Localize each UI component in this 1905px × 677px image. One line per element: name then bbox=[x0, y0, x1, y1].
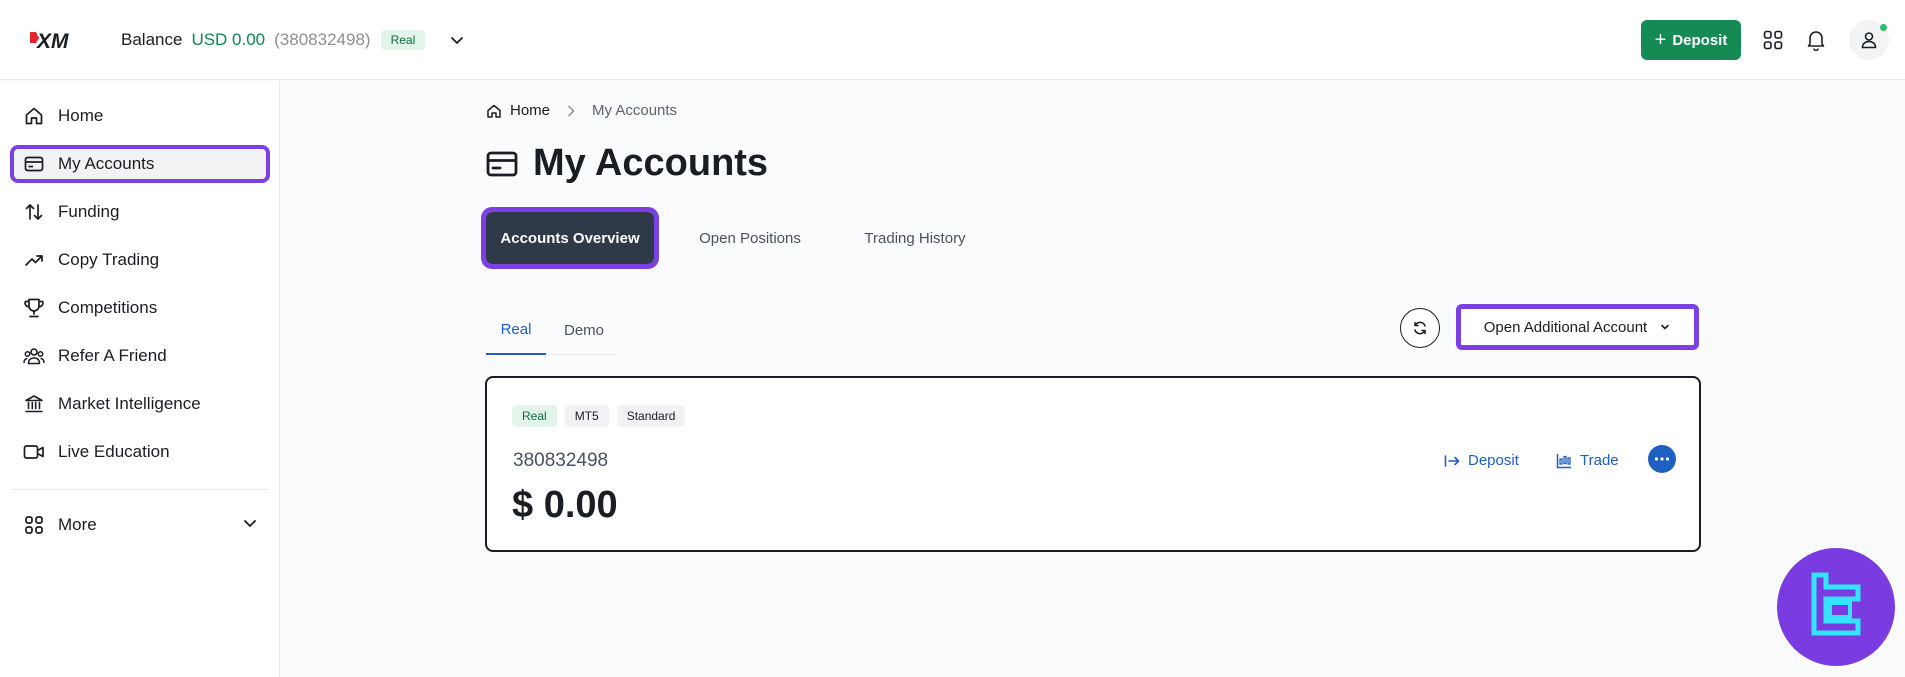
chevron-right-icon bbox=[566, 105, 576, 117]
svg-text:XM: XM bbox=[36, 30, 69, 51]
balance-amount: USD 0.00 bbox=[191, 30, 266, 49]
apps-grid-icon bbox=[1763, 30, 1783, 50]
chart-candles-icon bbox=[1556, 453, 1572, 468]
tab-real[interactable]: Real bbox=[486, 305, 546, 355]
account-card: Real MT5 Standard 380832498 $ 0.00 Depos… bbox=[485, 376, 1701, 552]
chevron-down-icon bbox=[451, 37, 464, 44]
transfer-arrows-icon bbox=[22, 200, 46, 224]
user-icon bbox=[1861, 32, 1877, 49]
card-deposit-label: Deposit bbox=[1468, 452, 1519, 469]
apps-grid-icon bbox=[22, 513, 46, 537]
sidebar-item-copy-trading[interactable]: Copy Trading bbox=[10, 241, 270, 279]
refresh-icon bbox=[1414, 321, 1426, 335]
chevron-down-icon bbox=[242, 515, 258, 536]
breadcrumb-home-link[interactable]: Home bbox=[486, 102, 550, 119]
header-deposit-button[interactable]: + Deposit bbox=[1641, 20, 1741, 60]
card-deposit-button[interactable]: Deposit bbox=[1444, 452, 1519, 469]
card-icon bbox=[486, 150, 518, 178]
video-icon bbox=[22, 440, 46, 464]
sidebar-item-live-education[interactable]: Live Education bbox=[10, 433, 270, 471]
sidebar-item-label: More bbox=[58, 515, 97, 534]
sidebar-divider bbox=[12, 489, 268, 490]
balance-summary: Balance USD 0.00 (380832498) Real bbox=[121, 28, 469, 52]
tag-platform: MT5 bbox=[564, 405, 609, 427]
header-deposit-label: Deposit bbox=[1672, 31, 1728, 49]
tag-real: Real bbox=[512, 405, 557, 427]
trend-up-icon bbox=[22, 248, 46, 272]
balance-label: Balance bbox=[121, 30, 183, 49]
users-icon bbox=[22, 344, 46, 368]
home-icon bbox=[22, 104, 46, 128]
sidebar-item-label: My Accounts bbox=[58, 154, 155, 173]
account-tags: Real MT5 Standard bbox=[512, 405, 693, 427]
breadcrumb: Home My Accounts bbox=[486, 102, 677, 119]
sidebar-item-label: Home bbox=[58, 106, 104, 125]
plus-icon: + bbox=[1654, 29, 1667, 51]
balance-dropdown-toggle[interactable] bbox=[445, 28, 469, 52]
tab-open-positions[interactable]: Open Positions bbox=[680, 212, 820, 264]
sidebar: Home My Accounts Funding Copy Trading Co… bbox=[0, 81, 280, 677]
tab-demo[interactable]: Demo bbox=[563, 305, 605, 355]
account-more-options-button[interactable] bbox=[1648, 445, 1676, 473]
xm-logo-icon: XM bbox=[30, 30, 69, 51]
bank-icon bbox=[22, 392, 46, 416]
user-avatar-button[interactable] bbox=[1849, 20, 1889, 60]
tradingcritique-watermark-logo bbox=[1777, 548, 1895, 666]
sidebar-item-label: Funding bbox=[58, 202, 120, 221]
xm-logo[interactable]: XM bbox=[30, 28, 80, 52]
page-title: My Accounts bbox=[486, 142, 768, 185]
sidebar-item-more[interactable]: More bbox=[10, 506, 270, 544]
online-status-dot bbox=[1880, 24, 1887, 31]
card-trade-button[interactable]: Trade bbox=[1556, 452, 1619, 469]
sidebar-item-label: Market Intelligence bbox=[58, 394, 201, 413]
open-additional-account-button[interactable]: Open Additional Account bbox=[1456, 304, 1699, 350]
top-header: XM Balance USD 0.00 (380832498) Real + D… bbox=[0, 0, 1905, 80]
trophy-icon bbox=[22, 296, 46, 320]
chevron-down-icon bbox=[1661, 324, 1670, 330]
open-additional-account-label: Open Additional Account bbox=[1483, 318, 1648, 336]
sidebar-item-funding[interactable]: Funding bbox=[10, 193, 270, 231]
card-trade-label: Trade bbox=[1580, 452, 1619, 469]
apps-grid-button[interactable] bbox=[1759, 26, 1787, 54]
sidebar-item-competitions[interactable]: Competitions bbox=[10, 289, 270, 327]
bell-icon bbox=[1807, 31, 1825, 51]
balance-account-number: (380832498) bbox=[274, 30, 371, 49]
account-balance: $ 0.00 bbox=[512, 484, 618, 526]
account-type-tabs: Real Demo bbox=[486, 305, 618, 355]
notifications-button[interactable] bbox=[1802, 26, 1830, 54]
home-icon bbox=[487, 104, 501, 118]
sidebar-item-refer-a-friend[interactable]: Refer A Friend bbox=[10, 337, 270, 375]
more-horizontal-icon bbox=[1654, 457, 1670, 461]
deposit-arrow-icon bbox=[1444, 454, 1460, 467]
card-icon bbox=[22, 152, 46, 176]
sidebar-item-label: Refer A Friend bbox=[58, 346, 167, 365]
account-type-badge: Real bbox=[380, 30, 426, 50]
sidebar-item-home[interactable]: Home bbox=[10, 97, 270, 135]
tc-logo-icon bbox=[1811, 572, 1861, 636]
breadcrumb-home-label: Home bbox=[510, 102, 551, 119]
sidebar-item-market-intelligence[interactable]: Market Intelligence bbox=[10, 385, 270, 423]
sidebar-item-label: Copy Trading bbox=[58, 250, 160, 269]
page-title-text: My Accounts bbox=[533, 142, 769, 184]
sidebar-item-my-accounts[interactable]: My Accounts bbox=[10, 145, 270, 183]
tab-trading-history[interactable]: Trading History bbox=[848, 212, 982, 264]
account-number: 380832498 bbox=[513, 450, 609, 471]
tag-account-type: Standard bbox=[616, 405, 686, 427]
sidebar-item-label: Live Education bbox=[58, 442, 170, 461]
sidebar-item-label: Competitions bbox=[58, 298, 158, 317]
breadcrumb-current: My Accounts bbox=[592, 102, 678, 119]
refresh-button[interactable] bbox=[1400, 308, 1440, 348]
tab-accounts-overview[interactable]: Accounts Overview bbox=[481, 207, 659, 269]
